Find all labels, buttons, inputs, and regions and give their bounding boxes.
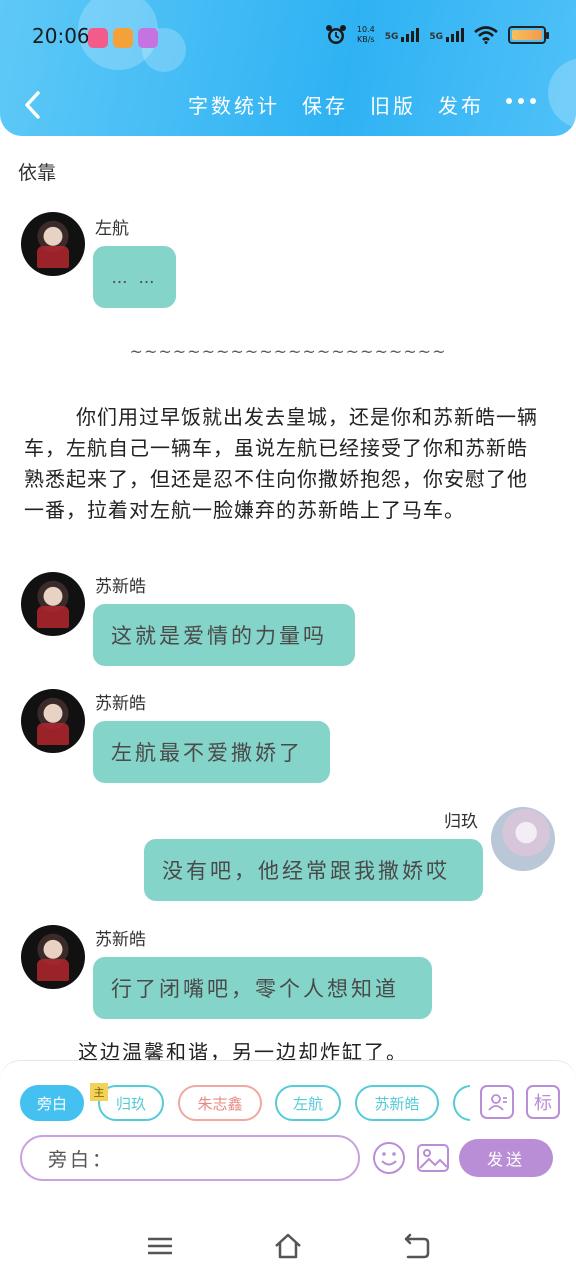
sim1-label: 5G	[384, 32, 399, 42]
chat-message: 左航 … …	[0, 212, 576, 312]
notification-app-icon	[88, 28, 108, 48]
network-speed-unit: KB/s	[356, 35, 375, 44]
top-nav: 字数统计 保存 旧版 发布	[0, 80, 576, 130]
chat-message: 苏新皓 行了闭嘴吧，零个人想知道	[0, 925, 576, 1025]
chapter-title: 依靠	[18, 162, 57, 184]
avatar[interactable]	[21, 212, 85, 276]
nav-actions: 字数统计 保存 旧版 发布	[188, 90, 484, 119]
chip-character[interactable]: 朱志鑫	[178, 1085, 262, 1121]
speaker-name: 苏新皓	[95, 930, 146, 950]
status-bar: 20:06 10.4 KB/s 5G 5G	[0, 0, 576, 76]
app-header: 20:06 10.4 KB/s 5G 5G 字数统计 保存 旧版 发布	[0, 0, 576, 136]
battery-level	[512, 30, 542, 40]
notification-app-icon	[138, 28, 158, 48]
main-character-tag: 主	[90, 1083, 108, 1101]
message-bubble[interactable]: … …	[93, 246, 176, 308]
signal-5g-1: 5G	[385, 28, 420, 42]
narration-paragraph: 你们用过早饭就出发去皇城，还是你和苏新皓一辆车，左航自己一辆车，虽说左航已经接受…	[24, 405, 538, 522]
chip-partial[interactable]	[453, 1085, 470, 1121]
word-count-button[interactable]: 字数统计	[188, 90, 280, 119]
wifi-icon	[474, 26, 498, 44]
speaker-name: 左航	[95, 219, 129, 239]
menu-icon[interactable]	[144, 1230, 176, 1262]
system-navigation-bar	[0, 1212, 576, 1280]
avatar[interactable]	[21, 689, 85, 753]
chat-message: 归玖 没有吧，他经常跟我撒娇哎	[0, 807, 576, 907]
alarm-icon	[325, 25, 346, 44]
notification-app-icon	[113, 28, 133, 48]
chat-message: 苏新皓 左航最不爱撒娇了	[0, 689, 576, 789]
network-speed: 10.4 KB/s	[357, 25, 375, 45]
clock: 20:06	[32, 24, 90, 48]
character-profile-icon[interactable]	[480, 1085, 514, 1119]
back-icon[interactable]	[400, 1230, 432, 1262]
signal-icon	[401, 28, 420, 42]
character-chips: 旁白 归玖 朱志鑫 左航 苏新皓	[20, 1085, 470, 1121]
speaker-name: 苏新皓	[95, 694, 146, 714]
back-arrow-icon[interactable]	[18, 88, 48, 122]
network-speed-value: 10.4	[356, 25, 375, 34]
story-content: 依靠 左航 … … ~~~~~~~~~~~~~~~~~~~~~~ 你们用过早饭就…	[0, 140, 576, 1060]
narration-input[interactable]: 旁白：	[20, 1135, 360, 1181]
composer-panel: 旁白 归玖 朱志鑫 左航 苏新皓 主 标 旁白： 发送	[0, 1060, 576, 1212]
send-button[interactable]: 发送	[459, 1139, 553, 1177]
signal-5g-2: 5G	[429, 28, 464, 42]
chip-narrator[interactable]: 旁白	[20, 1085, 84, 1121]
speaker-name: 苏新皓	[95, 577, 146, 597]
home-icon[interactable]	[272, 1230, 304, 1262]
tag-button[interactable]: 标	[526, 1085, 560, 1119]
signal-icon	[446, 28, 464, 42]
more-menu-icon[interactable]	[506, 98, 536, 104]
message-bubble[interactable]: 这就是爱情的力量吗	[93, 604, 355, 666]
message-bubble[interactable]: 左航最不爱撒娇了	[93, 721, 330, 783]
emoji-icon[interactable]	[372, 1141, 406, 1175]
message-bubble[interactable]: 行了闭嘴吧，零个人想知道	[93, 957, 432, 1019]
narration-line: 这边温馨和谐，另一边却炸缸了。	[78, 1040, 408, 1060]
status-indicators: 10.4 KB/s 5G 5G	[325, 24, 549, 46]
avatar[interactable]	[21, 925, 85, 989]
message-bubble[interactable]: 没有吧，他经常跟我撒娇哎	[144, 839, 483, 901]
avatar[interactable]	[21, 572, 85, 636]
chip-character[interactable]: 苏新皓	[355, 1085, 439, 1121]
sim2-label: 5G	[429, 32, 443, 42]
speaker-name: 归玖	[444, 812, 478, 832]
scene-separator: ~~~~~~~~~~~~~~~~~~~~~~	[129, 342, 447, 361]
chat-message: 苏新皓 这就是爱情的力量吗	[0, 572, 576, 672]
battery-icon	[508, 26, 549, 44]
chip-character[interactable]: 左航	[275, 1085, 341, 1121]
avatar[interactable]	[491, 807, 555, 871]
old-version-button[interactable]: 旧版	[370, 90, 416, 119]
publish-button[interactable]: 发布	[438, 90, 484, 119]
image-icon[interactable]	[416, 1141, 450, 1175]
save-button[interactable]: 保存	[302, 90, 348, 119]
